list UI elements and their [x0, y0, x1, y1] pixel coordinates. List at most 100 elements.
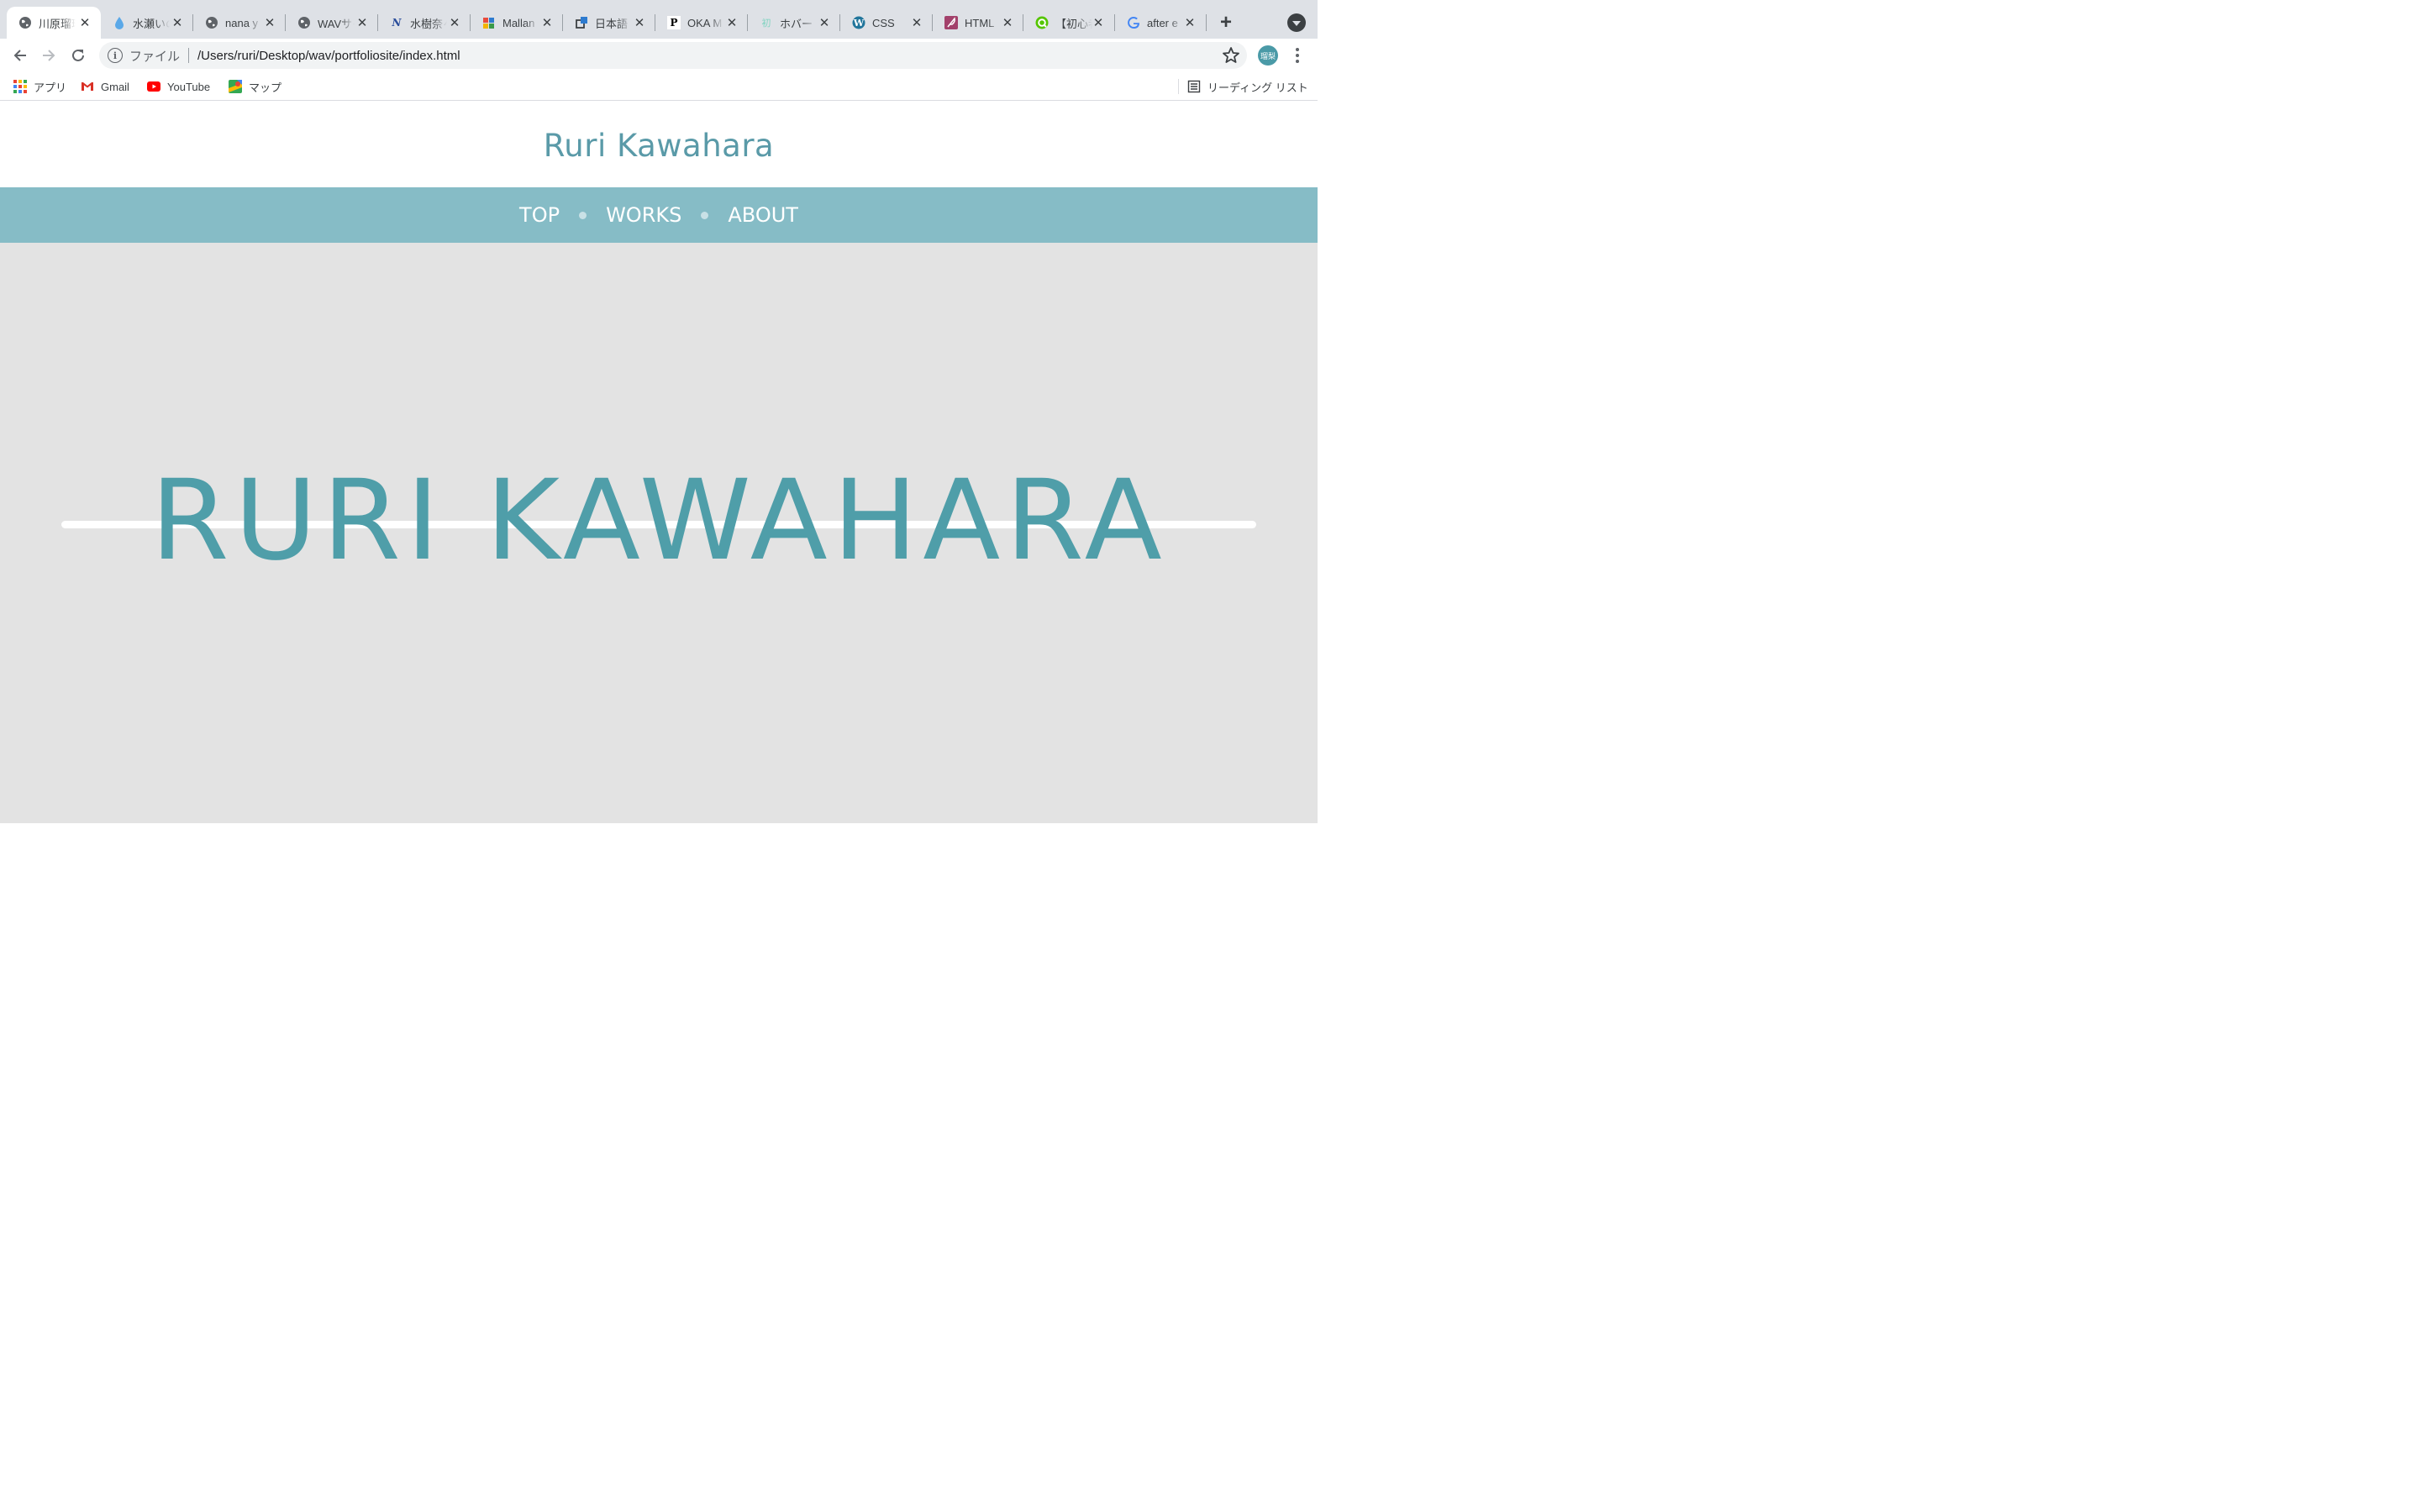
bookmark-maps[interactable]: マップ [229, 78, 281, 95]
reload-icon [72, 49, 84, 61]
tab-separator [1206, 14, 1207, 31]
p-letter-icon: P [667, 16, 681, 29]
address-divider [188, 48, 190, 63]
tab[interactable]: N 水樹奈々 ✕ [378, 7, 471, 39]
bookmark-youtube[interactable]: YouTube [147, 78, 210, 95]
tab[interactable]: 水瀬いのり ✕ [101, 7, 193, 39]
tab-title: after e [1147, 16, 1178, 29]
tab-title: WAVサイト [318, 17, 355, 30]
nav-link-about[interactable]: ABOUT [728, 203, 798, 227]
tab-title: 日本語 [595, 17, 629, 30]
close-icon[interactable]: ✕ [262, 15, 277, 30]
site-title[interactable]: Ruri Kawahara [544, 128, 774, 164]
nav-dot-separator [701, 211, 709, 219]
bookmark-divider [1178, 79, 1179, 94]
browser-toolbar: i ファイル /Users/ruri/Desktop/wav/portfolio… [0, 39, 1318, 72]
gmail-icon [81, 80, 94, 93]
tab-strip: 川原瑠璃 ✕ 水瀬いのり ✕ nana y ✕ WAVサイト ✕ N 水樹奈々 … [0, 0, 1318, 39]
nav-link-works[interactable]: WORKS [606, 203, 681, 227]
close-icon[interactable]: ✕ [632, 15, 647, 30]
tab[interactable]: 日本語 ✕ [563, 7, 655, 39]
tab-title: nana y [225, 16, 259, 29]
reading-list-icon [1187, 80, 1201, 93]
bookmark-label: マップ [249, 81, 282, 94]
globe-icon [205, 16, 218, 29]
tab[interactable]: Mallan ✕ [471, 7, 563, 39]
more-menu-icon[interactable] [1289, 45, 1306, 66]
globe-icon [297, 16, 311, 29]
bookmark-gmail[interactable]: Gmail [81, 78, 129, 95]
web-page: Ruri Kawahara TOP WORKS ABOUT RURI KAWAH… [0, 102, 1318, 823]
bookmarks-bar: アプリ Gmail YouTube マップ リーディング リスト [0, 72, 1318, 101]
close-icon[interactable]: ✕ [355, 15, 370, 30]
hero-title: RURI KAWAHARA [150, 456, 1167, 585]
maps-icon [229, 80, 242, 93]
tab-title: 水瀬いのり [133, 17, 170, 30]
tab[interactable]: 【初心者 ✕ [1023, 7, 1114, 39]
forward-button[interactable] [37, 44, 60, 67]
reload-button[interactable] [66, 44, 90, 67]
close-icon[interactable]: ✕ [724, 15, 739, 30]
tab-title: ホバー [780, 17, 813, 30]
apps-grid-icon [13, 80, 27, 93]
tab[interactable]: WAVサイト ✕ [286, 7, 378, 39]
arrow-right-icon [43, 50, 55, 61]
back-button[interactable] [8, 44, 32, 67]
tab-title: 【初心者 [1055, 17, 1092, 30]
tab[interactable]: 初 ホバー ✕ [748, 7, 840, 39]
google-icon [1127, 16, 1140, 29]
close-icon[interactable]: ✕ [817, 15, 832, 30]
site-nav: TOP WORKS ABOUT [0, 187, 1318, 243]
site-header: Ruri Kawahara [0, 102, 1318, 187]
youtube-icon [147, 80, 160, 93]
colorful-blocks-icon [482, 16, 496, 29]
water-drop-icon [113, 16, 126, 29]
tab-title: Mallan [502, 16, 535, 29]
address-bar[interactable]: i ファイル /Users/ruri/Desktop/wav/portfolio… [99, 42, 1247, 69]
close-icon[interactable]: ✕ [1091, 15, 1106, 30]
bookmark-label: YouTube [167, 80, 211, 93]
close-icon[interactable]: ✕ [170, 15, 185, 30]
tab-title: HTML [965, 16, 995, 29]
q-logo-icon [1035, 16, 1049, 29]
bookmark-label: アプリ [34, 81, 67, 94]
bookmark-label: Gmail [101, 80, 129, 93]
close-icon[interactable]: ✕ [77, 15, 92, 30]
feather-icon [944, 16, 958, 29]
profile-avatar[interactable]: 瑠梨 [1258, 45, 1278, 66]
star-icon[interactable] [1222, 46, 1240, 65]
bookmark-apps[interactable]: アプリ [13, 78, 66, 95]
tab-search-button[interactable] [1287, 13, 1306, 32]
close-icon[interactable]: ✕ [447, 15, 462, 30]
tab-title: CSS [872, 16, 895, 29]
info-icon[interactable]: i [108, 48, 123, 63]
tab[interactable]: HTML ✕ [933, 7, 1023, 39]
nav-link-top[interactable]: TOP [519, 203, 560, 227]
close-icon[interactable]: ✕ [539, 15, 555, 30]
tab[interactable]: W CSS ✕ [840, 7, 933, 39]
tab-active[interactable]: 川原瑠璃 ✕ [7, 7, 101, 39]
new-tab-button[interactable]: + [1215, 11, 1237, 34]
tab[interactable]: nana y ✕ [193, 7, 286, 39]
arrow-left-icon [13, 50, 26, 61]
reading-list-button[interactable]: リーディング リスト [1187, 78, 1308, 95]
tab[interactable]: after e ✕ [1115, 7, 1206, 39]
tab-title: OKA M [687, 16, 723, 29]
tab-title: 水樹奈々 [410, 17, 447, 30]
close-icon[interactable]: ✕ [909, 15, 924, 30]
tab-title: 川原瑠璃 [39, 17, 76, 30]
tab[interactable]: P OKA M ✕ [655, 7, 748, 39]
n-logo-icon: N [392, 17, 402, 29]
hero-section: RURI KAWAHARA [0, 243, 1318, 823]
globe-icon [18, 16, 32, 29]
kanji-hatsu-icon: 初 [761, 18, 771, 29]
close-icon[interactable]: ✕ [1182, 15, 1197, 30]
address-url[interactable]: /Users/ruri/Desktop/wav/portfoliosite/in… [197, 49, 460, 63]
wordpress-icon: W [852, 16, 865, 29]
svg-text:W: W [853, 18, 865, 29]
address-scheme: ファイル [129, 49, 181, 64]
close-icon[interactable]: ✕ [1000, 15, 1015, 30]
nav-dot-separator [579, 211, 587, 219]
external-link-icon [575, 16, 588, 29]
reading-list-label: リーディング リスト [1207, 81, 1308, 94]
